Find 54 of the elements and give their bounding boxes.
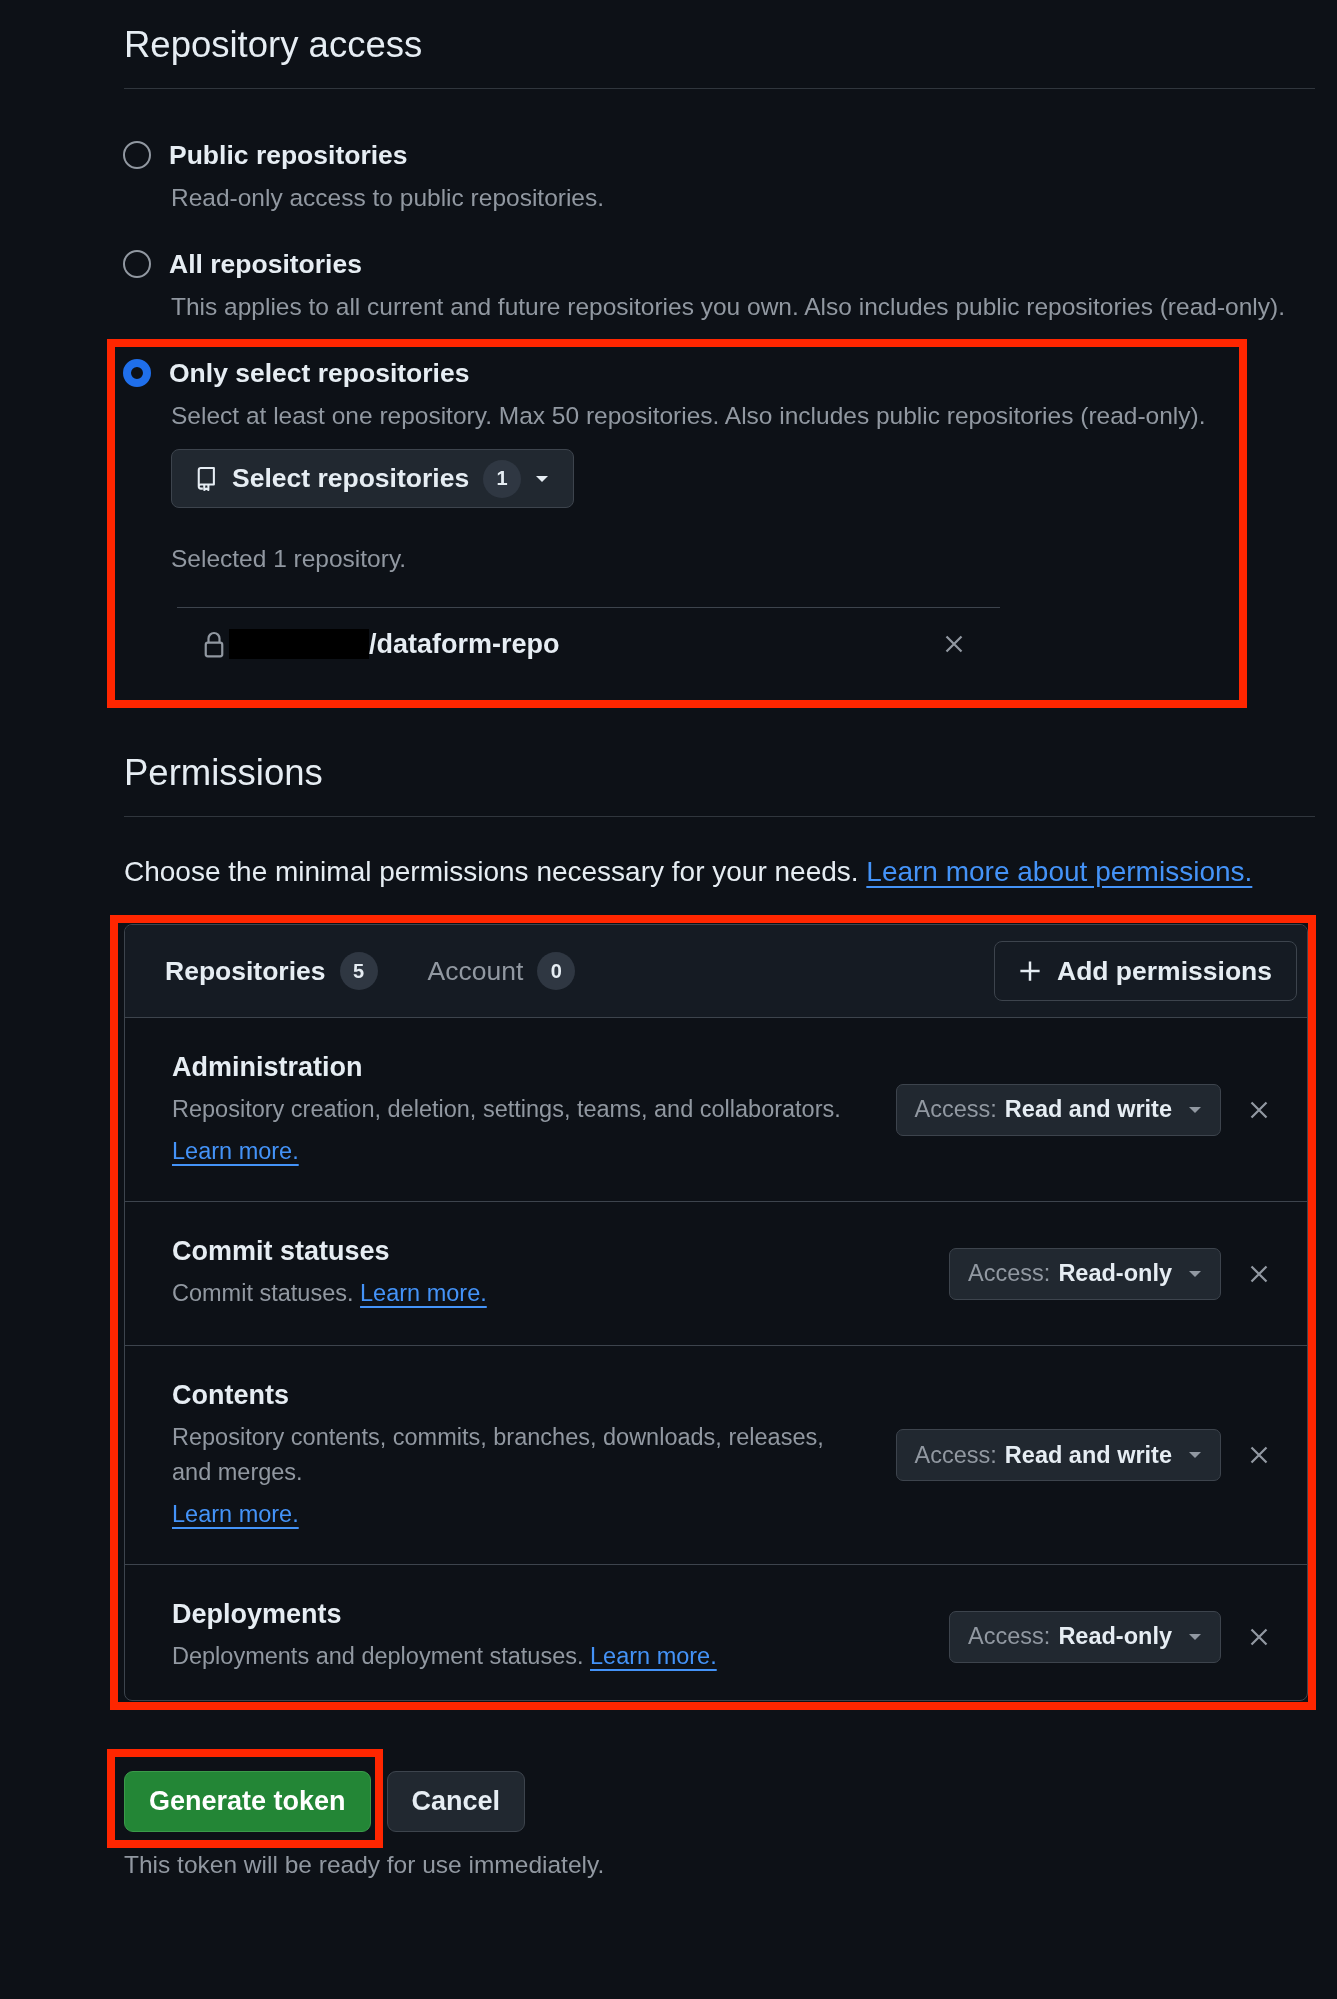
permission-description: Deployments and deployment statuses. Learn more. <box>172 1642 718 1671</box>
learn-more-link[interactable]: Learn more. <box>172 1135 299 1167</box>
generate-token-button[interactable]: Generate token <box>124 1771 371 1832</box>
select-repositories-button[interactable]: Select repositories 1 <box>171 449 575 508</box>
option-label: Only select repositories <box>169 357 470 389</box>
remove-icon[interactable] <box>1249 1626 1269 1647</box>
permission-description: Repository creation, deletion, settings, teams, and collaborators. <box>172 1095 842 1124</box>
access-dropdown[interactable]: Access: Read and write <box>895 1429 1221 1481</box>
remove-icon[interactable] <box>1249 1445 1269 1465</box>
caret-icon <box>1188 1269 1202 1278</box>
permission-description: Repository contents, commits, branches, downloads, releases, and merges. <box>172 1423 825 1487</box>
learn-more-link[interactable]: Learn more. <box>172 1498 299 1530</box>
option-description: Select at least one repository. Max 50 repositories. Also includes public repositories (read-only). <box>171 402 1207 430</box>
remove-icon[interactable] <box>1249 1099 1269 1120</box>
plus-icon <box>1019 960 1041 982</box>
tab-count: 0 <box>537 952 576 990</box>
book-icon <box>196 465 218 492</box>
close-icon[interactable] <box>944 634 964 654</box>
radio-button[interactable] <box>123 250 151 278</box>
access-dropdown[interactable]: Access: Read and write <box>895 1083 1221 1136</box>
cancel-button[interactable]: Cancel <box>386 1771 526 1832</box>
option-label: Public repositories <box>169 139 408 171</box>
tab-count: 5 <box>339 952 378 990</box>
access-dropdown[interactable]: Access: Read-only <box>949 1247 1221 1300</box>
lock-icon <box>203 630 225 658</box>
add-permissions-button[interactable]: Add permissions <box>994 941 1297 1001</box>
repository-count: 1 <box>483 459 522 498</box>
permissions-link[interactable]: Learn more about permissions. <box>866 856 1253 887</box>
helper-text: This token will be ready for use immediately. <box>124 1851 606 1879</box>
remove-icon[interactable] <box>1249 1263 1269 1284</box>
access-dropdown[interactable]: Access: Read-only <box>949 1610 1221 1663</box>
caret-icon <box>1188 1632 1202 1641</box>
caret-icon <box>1188 1105 1202 1114</box>
learn-more-link[interactable]: Learn more. <box>590 1643 717 1669</box>
intro-text: Choose the minimal permissions necessary for your needs. Learn more about permissions. <box>124 857 1254 887</box>
repository-name: /dataform-repo <box>369 628 560 660</box>
section-title: Repository access <box>124 24 1315 89</box>
permission-name: Administration <box>172 1052 364 1082</box>
selection-summary: Selected 1 repository. <box>171 545 408 573</box>
permission-description: Commit statuses. Learn more. <box>172 1279 488 1308</box>
permissions-tab[interactable]: Repositories 5 <box>165 952 378 990</box>
caret-icon <box>1188 1451 1202 1459</box>
option-description: This applies to all current and future repositories you own. Also includes public repositories (read-only). <box>171 293 1286 321</box>
permissions-tab[interactable]: Account 0 <box>427 952 576 990</box>
caret-icon <box>535 474 550 483</box>
radio-button[interactable] <box>123 359 151 387</box>
permission-name: Contents <box>172 1380 290 1410</box>
option-label: All repositories <box>169 248 362 280</box>
learn-more-link[interactable]: Learn more. <box>360 1280 487 1306</box>
permission-name: Commit statuses <box>172 1236 391 1266</box>
option-description: Read-only access to public repositories. <box>171 184 606 212</box>
radio-button[interactable] <box>123 141 151 169</box>
permission-name: Deployments <box>172 1599 343 1629</box>
section-title: Permissions <box>124 752 1315 817</box>
